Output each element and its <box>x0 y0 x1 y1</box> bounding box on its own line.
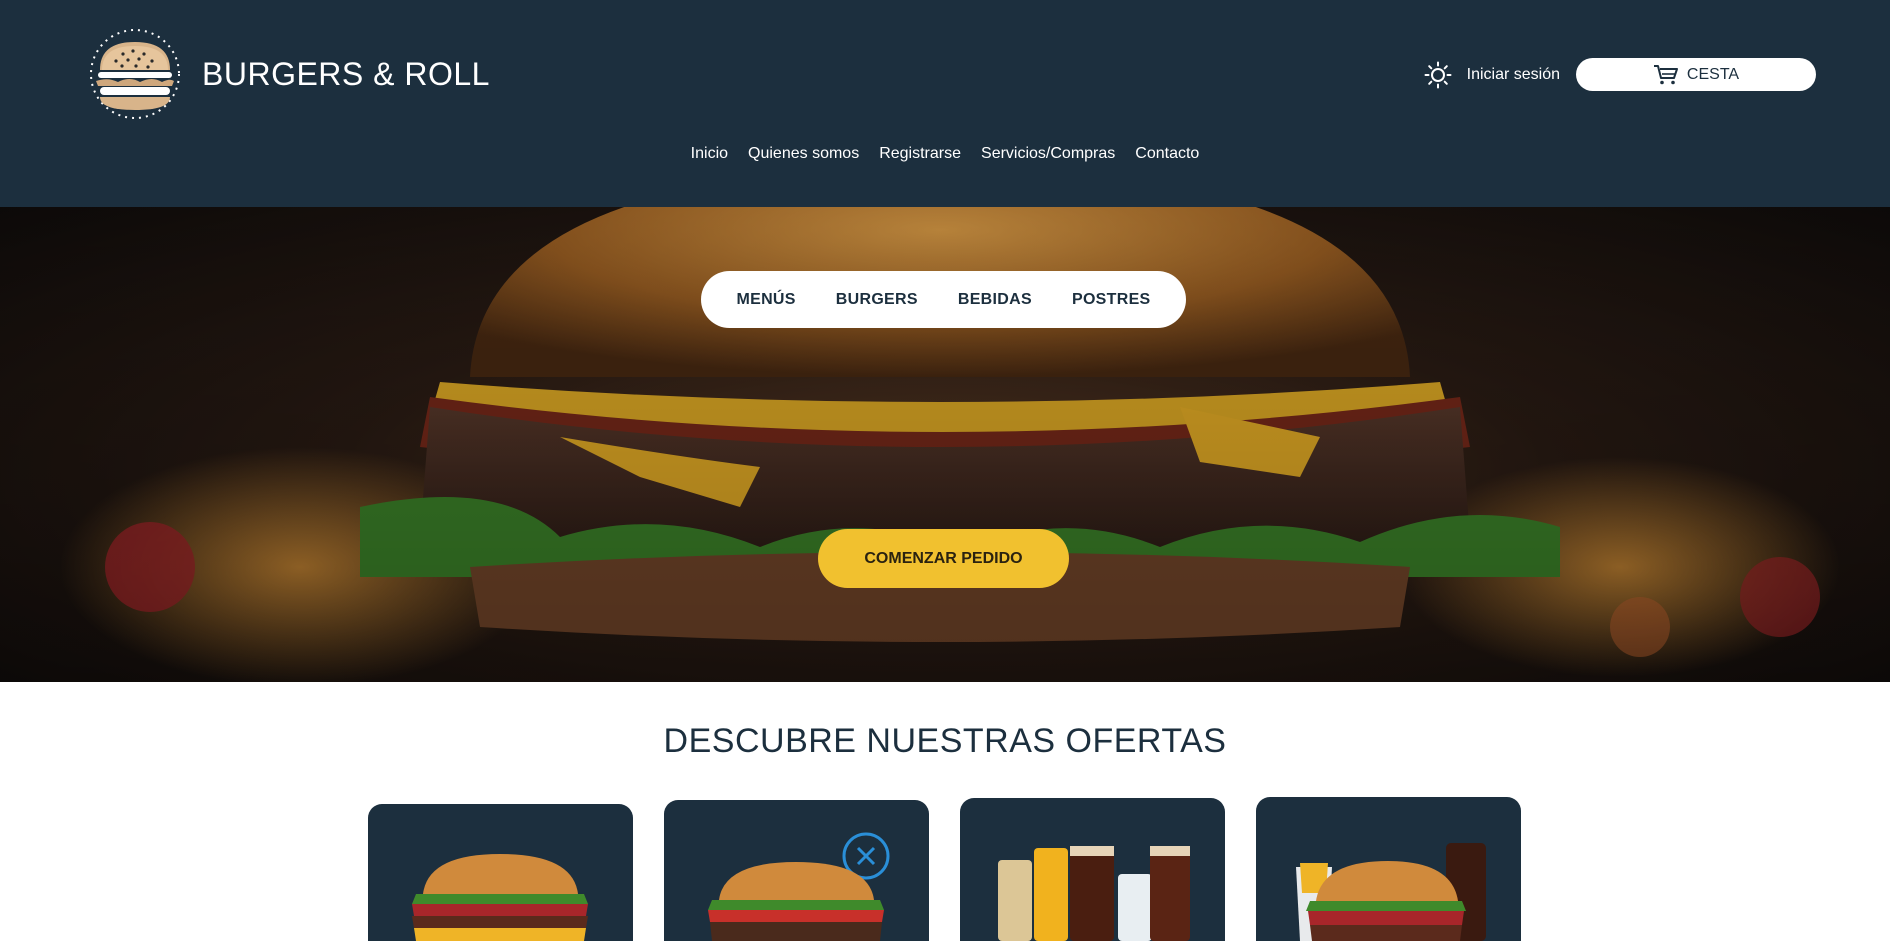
cart-label: CESTA <box>1686 65 1740 83</box>
top-actions: Iniciar sesión CESTA <box>1423 58 1816 91</box>
cart-button[interactable]: CESTA <box>1576 58 1816 91</box>
offer-card[interactable] <box>960 798 1225 941</box>
offer-card[interactable] <box>664 800 929 941</box>
nav-item-registrarse[interactable]: Registrarse <box>879 145 961 163</box>
site-header: BURGERS & ROLL Iniciar sesión CESTA Inic… <box>0 0 1890 207</box>
theme-toggle-button[interactable] <box>1423 60 1453 90</box>
category-menus[interactable]: MENÚS <box>736 291 795 309</box>
combo-image <box>1296 843 1486 941</box>
category-tabs: MENÚS BURGERS BEBIDAS POSTRES <box>701 271 1186 328</box>
login-link[interactable]: Iniciar sesión <box>1467 66 1560 84</box>
nav-item-inicio[interactable]: Inicio <box>691 145 728 163</box>
hero-banner: MENÚS BURGERS BEBIDAS POSTRES COMENZAR P… <box>0 207 1890 682</box>
category-bebidas[interactable]: BEBIDAS <box>958 291 1032 309</box>
burger-classic-image <box>708 832 890 941</box>
brand-title: BURGERS & ROLL <box>202 55 490 92</box>
nav-item-quienes-somos[interactable]: Quienes somos <box>748 145 859 163</box>
main-nav: Inicio Quienes somos Registrarse Servici… <box>0 145 1890 163</box>
cart-icon <box>1653 64 1678 84</box>
nav-item-contacto[interactable]: Contacto <box>1135 145 1199 163</box>
brand[interactable]: BURGERS & ROLL <box>78 26 490 122</box>
burger-bacon-image <box>412 854 588 941</box>
offer-card[interactable] <box>368 804 633 941</box>
sun-icon <box>1424 61 1452 88</box>
category-postres[interactable]: POSTRES <box>1072 291 1151 309</box>
drinks-image <box>998 846 1190 941</box>
nav-item-servicios-compras[interactable]: Servicios/Compras <box>981 145 1115 163</box>
offers-title: DESCUBRE NUESTRAS OFERTAS <box>663 722 1227 760</box>
start-order-button[interactable]: COMENZAR PEDIDO <box>818 529 1069 588</box>
offer-card[interactable] <box>1256 797 1521 941</box>
category-burgers[interactable]: BURGERS <box>836 291 918 309</box>
burger-logo-icon <box>90 29 180 119</box>
